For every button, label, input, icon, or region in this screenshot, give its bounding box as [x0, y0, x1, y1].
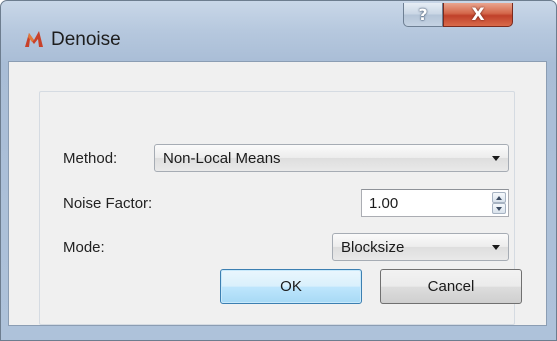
help-icon: ? [418, 5, 428, 24]
cancel-button[interactable]: Cancel [380, 269, 522, 304]
arrow-down-icon [496, 207, 502, 211]
ok-button[interactable]: OK [220, 269, 362, 304]
chevron-down-icon [492, 156, 500, 161]
close-icon: X [471, 4, 485, 25]
matlab-logo-icon [25, 31, 43, 47]
noise-factor-spinbox[interactable]: 1.00 [361, 189, 509, 217]
spin-down-button[interactable] [492, 203, 506, 214]
chevron-down-icon [492, 245, 500, 250]
method-value: Non-Local Means [163, 150, 281, 167]
dialog-body: Method: Non-Local Means Noise Factor: 1.… [8, 61, 547, 326]
method-dropdown[interactable]: Non-Local Means [154, 144, 509, 172]
close-button[interactable]: X [443, 3, 513, 27]
help-button[interactable]: ? [403, 3, 443, 27]
mode-value: Blocksize [341, 239, 405, 256]
title-bar[interactable]: Denoise ? X [1, 1, 556, 61]
method-label: Method: [63, 150, 118, 167]
window-bottom-border [1, 325, 556, 340]
mode-label: Mode: [63, 239, 105, 256]
window-title: Denoise [51, 29, 121, 50]
spin-up-button[interactable] [492, 192, 506, 203]
noise-factor-label: Noise Factor: [63, 195, 153, 212]
arrow-up-icon [496, 196, 502, 200]
denoise-dialog: Denoise ? X Method: Non-Local Means Nois… [0, 0, 557, 341]
mode-dropdown[interactable]: Blocksize [332, 233, 509, 261]
settings-group: Method: Non-Local Means Noise Factor: 1.… [39, 91, 522, 325]
noise-factor-value: 1.00 [369, 195, 399, 212]
